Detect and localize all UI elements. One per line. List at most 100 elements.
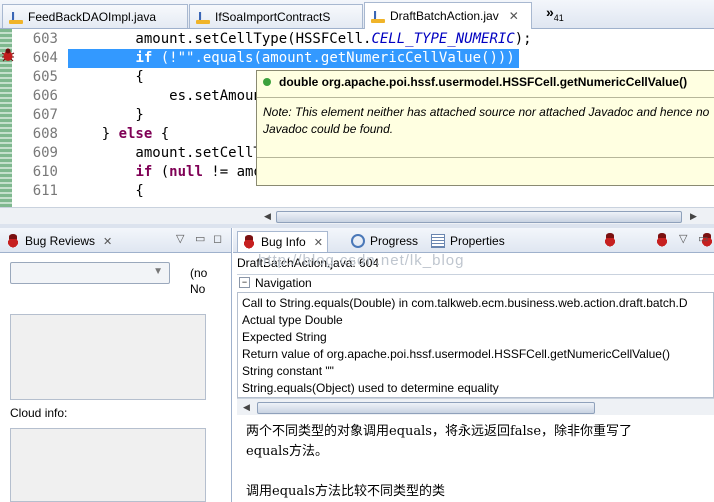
tab-label: Properties [450, 234, 505, 248]
code-token: .equals(amount.getNumericCellValue())) [194, 50, 515, 66]
tab-properties[interactable]: Properties [431, 231, 505, 251]
java-file-icon [9, 10, 23, 24]
code-line[interactable]: if (null != amo [68, 163, 262, 182]
navigation-label: Navigation [255, 276, 312, 290]
view-menu-icon[interactable]: ▽ [679, 232, 687, 245]
line-number: 604 [32, 50, 58, 66]
code-line[interactable]: amount.setCellT [68, 144, 261, 163]
line-number: 603 [32, 31, 58, 47]
bug-reviews-view: Bug Reviews ✕ ▽ ▭ ◻ ▼ (no No Cloud info: [0, 228, 232, 502]
tab-progress[interactable]: Progress [351, 231, 418, 251]
editor-tab-bar: FeedBackDAOImpl.java IfSoaImportContract… [0, 0, 714, 29]
tab-label: Progress [370, 234, 419, 248]
navigation-item[interactable]: Expected String [242, 329, 327, 346]
code-token: (! [152, 50, 178, 66]
cloud-info-box [10, 428, 206, 502]
line-number: 608 [32, 126, 58, 142]
code-line[interactable]: amount.setCellType(HSSFCell.CELL_TYPE_NU… [68, 30, 531, 49]
editor-tab-feedbackdaoimpl[interactable]: FeedBackDAOImpl.java [2, 4, 188, 28]
hover-signature-text: double org.apache.poi.hssf.usermodel.HSS… [279, 75, 688, 89]
bug-info-header: Bug Info ✕ Progress Properties ▽ ▭ [233, 228, 714, 253]
scroll-left-icon[interactable]: ◀ [243, 402, 250, 413]
bug-classify-icon[interactable] [655, 233, 670, 247]
review-status-label: (no [190, 266, 208, 280]
code-token: es.setAmoun [68, 88, 262, 104]
close-icon[interactable]: ✕ [314, 236, 323, 249]
editor-tab-label: DraftBatchAction.jav [390, 9, 499, 23]
code-token: if [135, 164, 153, 180]
navigation-item[interactable]: String constant "" [242, 363, 334, 380]
reviewer-combo[interactable]: ▼ [10, 262, 170, 284]
tab-label: Bug Reviews [25, 234, 96, 248]
editor-tab-label: FeedBackDAOImpl.java [28, 9, 157, 24]
watermark: http://blog.csdn.net/lk_blog [258, 252, 465, 269]
navigation-item[interactable]: Actual type Double [242, 312, 343, 329]
code-token: else [118, 126, 153, 142]
code-line[interactable]: es.setAmoun [68, 87, 262, 106]
bug-marker-icon[interactable] [1, 48, 15, 62]
tab-overflow-button[interactable]: »41 [546, 4, 564, 23]
description-line: equals方法。 [246, 444, 328, 459]
bug-icon [6, 234, 20, 248]
description-line: 两个不同类型的对象调用equals，将永远返回false，除非你重写了 [246, 424, 633, 439]
tab-overflow-count: 41 [553, 12, 564, 23]
code-line[interactable]: { [68, 68, 144, 87]
review-comments-box[interactable] [10, 314, 206, 400]
line-number: 605 [32, 69, 58, 85]
highlighted-code-line[interactable]: if (!"".equals(amount.getNumericCellValu… [68, 49, 519, 68]
bug-filter-icon[interactable] [603, 233, 617, 247]
bug-description: 两个不同类型的对象调用equals，将永远返回false，除非你重写了 equa… [246, 422, 712, 502]
minimize-icon[interactable]: ▭ [698, 232, 708, 245]
code-token: amount.setCellType(HSSFCell. [68, 31, 372, 47]
view-menu-icon[interactable]: ▽ [176, 232, 184, 245]
maximize-icon[interactable]: ◻ [213, 232, 222, 245]
scroll-right-icon[interactable]: ▶ [690, 211, 697, 222]
tab-bug-reviews[interactable]: Bug Reviews ✕ [6, 231, 112, 251]
editor-tab-draftbatchaction[interactable]: DraftBatchAction.jav ✕ [364, 2, 532, 29]
code-line[interactable]: } [68, 106, 144, 125]
navigation-horizontal-scrollbar[interactable]: ◀ [237, 398, 714, 415]
code-token: { [152, 126, 170, 142]
tab-overflow-chevron-icon: » [546, 4, 554, 20]
editor-tab-label: IfSoaImportContractS [215, 9, 331, 24]
hover-note: Note: This element neither has attached … [263, 105, 710, 136]
scroll-left-icon[interactable]: ◀ [264, 211, 271, 222]
code-line[interactable]: { [68, 182, 143, 201]
code-token: null [169, 164, 203, 180]
line-number: 606 [32, 88, 58, 104]
line-number: 611 [32, 183, 58, 199]
code-token: ( [152, 164, 170, 180]
minimize-icon[interactable]: ▭ [195, 232, 205, 245]
javadoc-hover-popup: double org.apache.poi.hssf.usermodel.HSS… [256, 70, 714, 186]
line-number: 610 [32, 164, 58, 180]
close-icon[interactable]: ✕ [103, 235, 112, 248]
scroll-thumb[interactable] [257, 402, 595, 414]
tab-bug-info[interactable]: Bug Info ✕ [237, 231, 328, 252]
tab-label: Bug Info [261, 235, 306, 249]
code-token: } [68, 126, 119, 142]
collapse-icon[interactable]: − [239, 277, 250, 288]
code-token: { [68, 69, 144, 85]
code-token: CELL_TYPE_NUMERIC [371, 31, 515, 47]
review-status-label-2: No [190, 282, 206, 296]
bug-icon [242, 235, 256, 249]
code-token: != amo [202, 164, 262, 180]
editor-tab-ifsoaimportcontract[interactable]: IfSoaImportContractS [189, 4, 363, 28]
code-token: } [68, 107, 144, 123]
scroll-thumb[interactable] [276, 211, 682, 223]
chevron-down-icon: ▼ [153, 266, 163, 277]
close-icon[interactable]: ✕ [509, 9, 519, 23]
code-token: "" [177, 50, 195, 66]
editor-horizontal-scrollbar[interactable]: ◀ ▶ [0, 207, 714, 224]
progress-icon [351, 234, 365, 248]
navigation-list: Call to String.equals(Double) in com.tal… [237, 292, 714, 398]
code-line[interactable]: } else { [68, 125, 169, 144]
navigation-item[interactable]: Return value of org.apache.poi.hssf.user… [242, 346, 670, 363]
line-number: 609 [32, 145, 58, 161]
hover-signature: double org.apache.poi.hssf.usermodel.HSS… [263, 75, 687, 89]
bug-reviews-header: Bug Reviews ✕ ▽ ▭ ◻ [0, 228, 231, 253]
navigation-item[interactable]: Call to String.equals(Double) in com.tal… [242, 295, 688, 312]
navigation-item[interactable]: String.equals(Object) used to determine … [242, 380, 499, 397]
